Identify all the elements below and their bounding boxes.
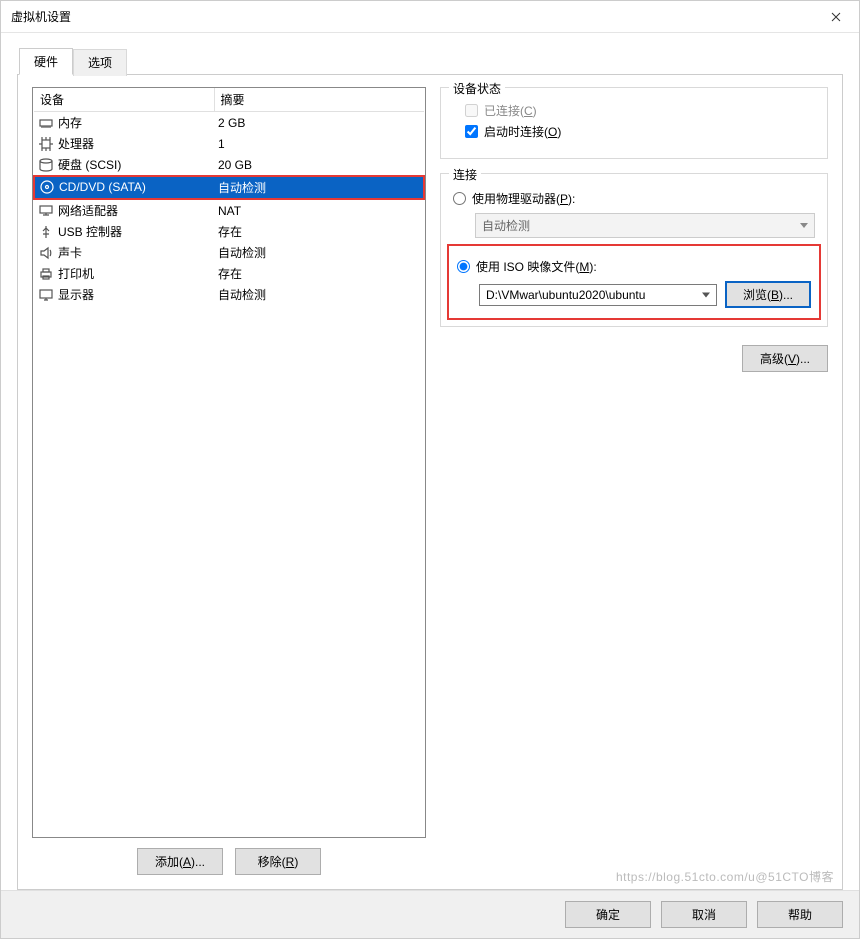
device-row[interactable]: 内存 2 GB <box>34 112 424 134</box>
device-name: USB 控制器 <box>58 223 122 240</box>
connect-poweron-label: 启动时连接(O) <box>484 123 561 140</box>
device-name: 显示器 <box>58 286 94 303</box>
device-summary: 2 GB <box>214 112 424 134</box>
connection-group: 连接 使用物理驱动器(P): 自动检测 使用 ISO 映像文件(M): <box>440 173 828 327</box>
device-row[interactable]: CD/DVD (SATA) 自动检测 <box>34 176 424 199</box>
use-iso-radio[interactable] <box>457 260 470 273</box>
add-button[interactable]: 添加(A)... <box>137 848 223 875</box>
device-name: 声卡 <box>58 244 82 261</box>
browse-button[interactable]: 浏览(B)... <box>725 281 811 308</box>
chevron-down-icon <box>800 223 808 228</box>
connect-poweron-checkbox[interactable] <box>465 125 478 138</box>
device-row[interactable]: 硬盘 (SCSI) 20 GB <box>34 154 424 176</box>
device-row[interactable]: 网络适配器 NAT <box>34 199 424 221</box>
physical-drive-value: 自动检测 <box>482 217 530 234</box>
connected-label: 已连接(C) <box>484 102 537 119</box>
device-row[interactable]: 处理器 1 <box>34 133 424 154</box>
network-icon <box>38 203 54 219</box>
connected-row: 已连接(C) <box>465 102 815 119</box>
device-row[interactable]: 声卡 自动检测 <box>34 242 424 263</box>
device-summary: 1 <box>214 133 424 154</box>
iso-path-input[interactable]: D:\VMwar\ubuntu2020\ubuntu <box>479 284 717 306</box>
close-icon <box>831 12 841 22</box>
settings-column: 设备状态 已连接(C) 启动时连接(O) 连接 使用物理驱动器(P): <box>440 87 828 875</box>
device-name: 硬盘 (SCSI) <box>58 156 121 173</box>
display-icon <box>38 287 54 303</box>
device-table[interactable]: 设备 摘要 内存 2 GB 处理器 1 硬盘 (SCSI) 20 GB CD/D… <box>33 88 425 305</box>
device-summary: 自动检测 <box>214 284 424 305</box>
use-physical-radio[interactable] <box>453 192 466 205</box>
iso-highlight: 使用 ISO 映像文件(M): D:\VMwar\ubuntu2020\ubun… <box>447 244 821 320</box>
device-name: 打印机 <box>58 265 94 282</box>
remove-button[interactable]: 移除(R) <box>235 848 321 875</box>
iso-input-row: D:\VMwar\ubuntu2020\ubuntu 浏览(B)... <box>479 281 811 308</box>
device-table-wrap: 设备 摘要 内存 2 GB 处理器 1 硬盘 (SCSI) 20 GB CD/D… <box>32 87 426 838</box>
connection-legend: 连接 <box>449 166 481 183</box>
close-button[interactable] <box>813 1 859 33</box>
memory-icon <box>38 115 54 131</box>
device-summary: 自动检测 <box>214 242 424 263</box>
device-name: CD/DVD (SATA) <box>59 180 146 194</box>
disk-icon <box>38 157 54 173</box>
device-buttons: 添加(A)... 移除(R) <box>32 848 426 875</box>
device-summary: 自动检测 <box>214 176 424 199</box>
connect-poweron-row[interactable]: 启动时连接(O) <box>465 123 815 140</box>
device-column: 设备 摘要 内存 2 GB 处理器 1 硬盘 (SCSI) 20 GB CD/D… <box>32 87 426 875</box>
device-row[interactable]: USB 控制器 存在 <box>34 221 424 242</box>
help-button[interactable]: 帮助 <box>757 901 843 928</box>
device-summary: 存在 <box>214 221 424 242</box>
use-iso-label: 使用 ISO 映像文件(M): <box>476 258 597 275</box>
tab-strip: 硬件 选项 <box>19 47 843 74</box>
device-name: 网络适配器 <box>58 202 118 219</box>
device-status-group: 设备状态 已连接(C) 启动时连接(O) <box>440 87 828 159</box>
device-summary: 存在 <box>214 263 424 284</box>
use-physical-row[interactable]: 使用物理驱动器(P): <box>453 190 815 207</box>
cpu-icon <box>38 136 54 152</box>
use-iso-row[interactable]: 使用 ISO 映像文件(M): <box>457 258 811 275</box>
printer-icon <box>38 266 54 282</box>
device-name: 处理器 <box>58 135 94 152</box>
status-legend: 设备状态 <box>449 80 505 97</box>
advanced-row: 高级(V)... <box>440 345 828 372</box>
device-summary: NAT <box>214 199 424 221</box>
col-summary: 摘要 <box>214 88 424 112</box>
iso-path-value: D:\VMwar\ubuntu2020\ubuntu <box>486 288 645 302</box>
advanced-button[interactable]: 高级(V)... <box>742 345 828 372</box>
tab-options[interactable]: 选项 <box>73 49 127 76</box>
tab-hardware[interactable]: 硬件 <box>19 48 73 75</box>
tab-body: 设备 摘要 内存 2 GB 处理器 1 硬盘 (SCSI) 20 GB CD/D… <box>17 74 843 890</box>
cd-icon <box>39 179 55 195</box>
content-area: 硬件 选项 设备 摘要 内存 2 GB 处理器 1 硬盘 (SCSI) <box>1 33 859 890</box>
device-name: 内存 <box>58 114 82 131</box>
usb-icon <box>38 224 54 240</box>
col-device: 设备 <box>34 88 214 112</box>
vm-settings-window: 虚拟机设置 硬件 选项 设备 摘要 <box>0 0 860 939</box>
sound-icon <box>38 245 54 261</box>
physical-drive-select: 自动检测 <box>475 213 815 238</box>
connected-checkbox <box>465 104 478 117</box>
window-title: 虚拟机设置 <box>11 8 813 25</box>
dialog-footer: 确定 取消 帮助 <box>1 890 859 938</box>
titlebar: 虚拟机设置 <box>1 1 859 33</box>
use-physical-label: 使用物理驱动器(P): <box>472 190 575 207</box>
cancel-button[interactable]: 取消 <box>661 901 747 928</box>
device-row[interactable]: 打印机 存在 <box>34 263 424 284</box>
device-row[interactable]: 显示器 自动检测 <box>34 284 424 305</box>
ok-button[interactable]: 确定 <box>565 901 651 928</box>
device-summary: 20 GB <box>214 154 424 176</box>
